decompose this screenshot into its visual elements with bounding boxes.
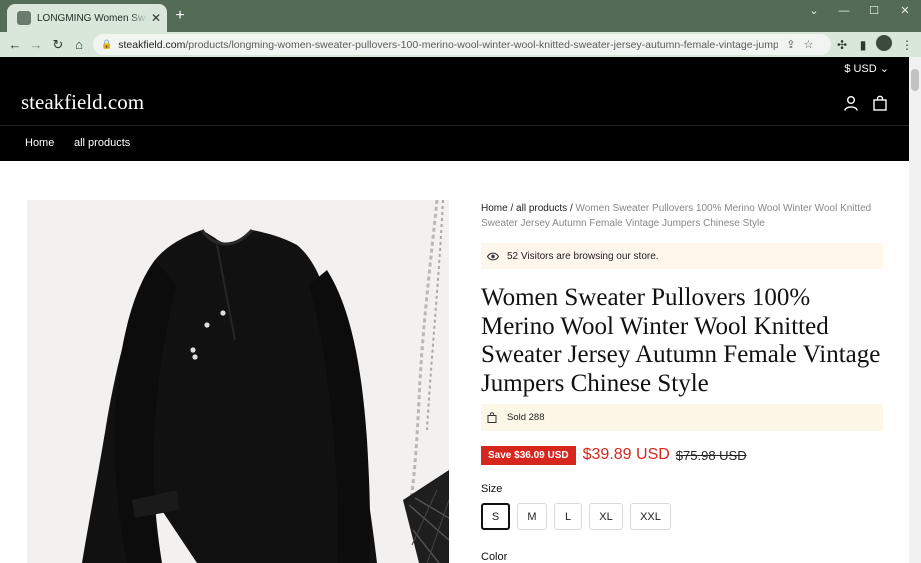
close-window-icon[interactable]: ✕ <box>895 3 915 19</box>
breadcrumb-separator: / <box>567 203 576 214</box>
nav-home[interactable]: Home <box>25 137 54 149</box>
breadcrumb-home[interactable]: Home <box>481 203 508 214</box>
share-icon[interactable]: ⇪ <box>786 38 795 51</box>
account-icon[interactable] <box>843 95 859 111</box>
site-header: $ USD ⌄ steakfield.com Home all products <box>0 57 909 161</box>
extensions-puzzle-icon[interactable]: ✣ <box>833 36 851 54</box>
product-title: Women Sweater Pullovers 100% Merino Wool… <box>481 284 881 397</box>
forward-arrow-icon[interactable]: → <box>27 36 45 54</box>
size-label: Size <box>481 483 503 495</box>
compare-at-price: $75.98 USD <box>675 447 747 463</box>
size-option-xxl[interactable]: XXL <box>630 503 671 530</box>
sold-count: Sold 288 <box>481 404 883 431</box>
url-text: steakfield.com/products/longming-women-s… <box>118 38 779 51</box>
breadcrumb-separator: / <box>507 203 517 214</box>
reload-icon[interactable]: ↻ <box>49 36 67 54</box>
price-row: Save $36.09 USD $39.89 USD $75.98 USD <box>481 444 747 466</box>
scrollbar-thumb[interactable] <box>911 69 919 91</box>
header-divider <box>0 125 909 126</box>
site-logo[interactable]: steakfield.com <box>21 90 144 115</box>
more-menu-icon[interactable]: ⋮ <box>898 36 916 54</box>
close-tab-icon[interactable]: ✕ <box>151 12 161 24</box>
save-badge: Save $36.09 USD <box>481 445 576 465</box>
breadcrumb-all-products[interactable]: all products <box>516 203 567 214</box>
profile-avatar-icon[interactable] <box>876 35 892 51</box>
tab-search-icon[interactable]: ⌄ <box>804 3 824 19</box>
favicon-icon <box>17 11 31 25</box>
tab-title: LONGMING Women Sweater Pullovers 100% Me… <box>37 12 147 24</box>
new-tab-icon[interactable]: + <box>172 8 188 24</box>
size-option-xl[interactable]: XL <box>589 503 623 530</box>
shopping-bag-icon <box>487 412 497 423</box>
browser-toolbar: ← → ↻ ⌂ 🔒 steakfield.com/products/longmi… <box>0 32 921 57</box>
visitors-text: 52 Visitors are browsing our store. <box>507 250 659 262</box>
side-panel-icon[interactable]: ▮ <box>854 36 872 54</box>
browser-tab[interactable]: LONGMING Women Sweater Pullovers 100% Me… <box>7 4 167 32</box>
nav-all-products[interactable]: all products <box>74 137 130 149</box>
page-viewport: $ USD ⌄ steakfield.com Home all products <box>0 57 909 563</box>
address-bar[interactable]: 🔒 steakfield.com/products/longming-women… <box>93 34 831 55</box>
bookmark-star-icon[interactable]: ☆ <box>803 38 813 51</box>
size-options: S M L XL XXL <box>481 503 678 530</box>
minimize-icon[interactable]: — <box>834 3 854 19</box>
sold-text: Sold 288 <box>507 412 545 423</box>
eye-icon <box>487 252 499 260</box>
sale-price: $39.89 USD <box>582 446 670 463</box>
product-image[interactable] <box>27 200 449 563</box>
size-option-s[interactable]: S <box>481 503 510 530</box>
home-icon[interactable]: ⌂ <box>70 36 88 54</box>
color-label: Color <box>481 551 508 563</box>
visitors-notice: 52 Visitors are browsing our store. <box>481 243 883 269</box>
maximize-icon[interactable]: ☐ <box>864 3 884 19</box>
size-option-m[interactable]: M <box>517 503 547 530</box>
back-arrow-icon[interactable]: ← <box>6 36 24 54</box>
page-scrollbar[interactable] <box>909 57 921 563</box>
lock-icon: 🔒 <box>101 39 113 49</box>
chevron-down-icon: ⌄ <box>879 63 889 75</box>
breadcrumb: Home / all products / Women Sweater Pull… <box>481 201 881 231</box>
currency-selector[interactable]: $ USD ⌄ <box>844 62 889 75</box>
browser-tabbar: LONGMING Women Sweater Pullovers 100% Me… <box>0 0 921 32</box>
cart-bag-icon[interactable] <box>872 95 888 111</box>
size-option-l[interactable]: L <box>554 503 582 530</box>
